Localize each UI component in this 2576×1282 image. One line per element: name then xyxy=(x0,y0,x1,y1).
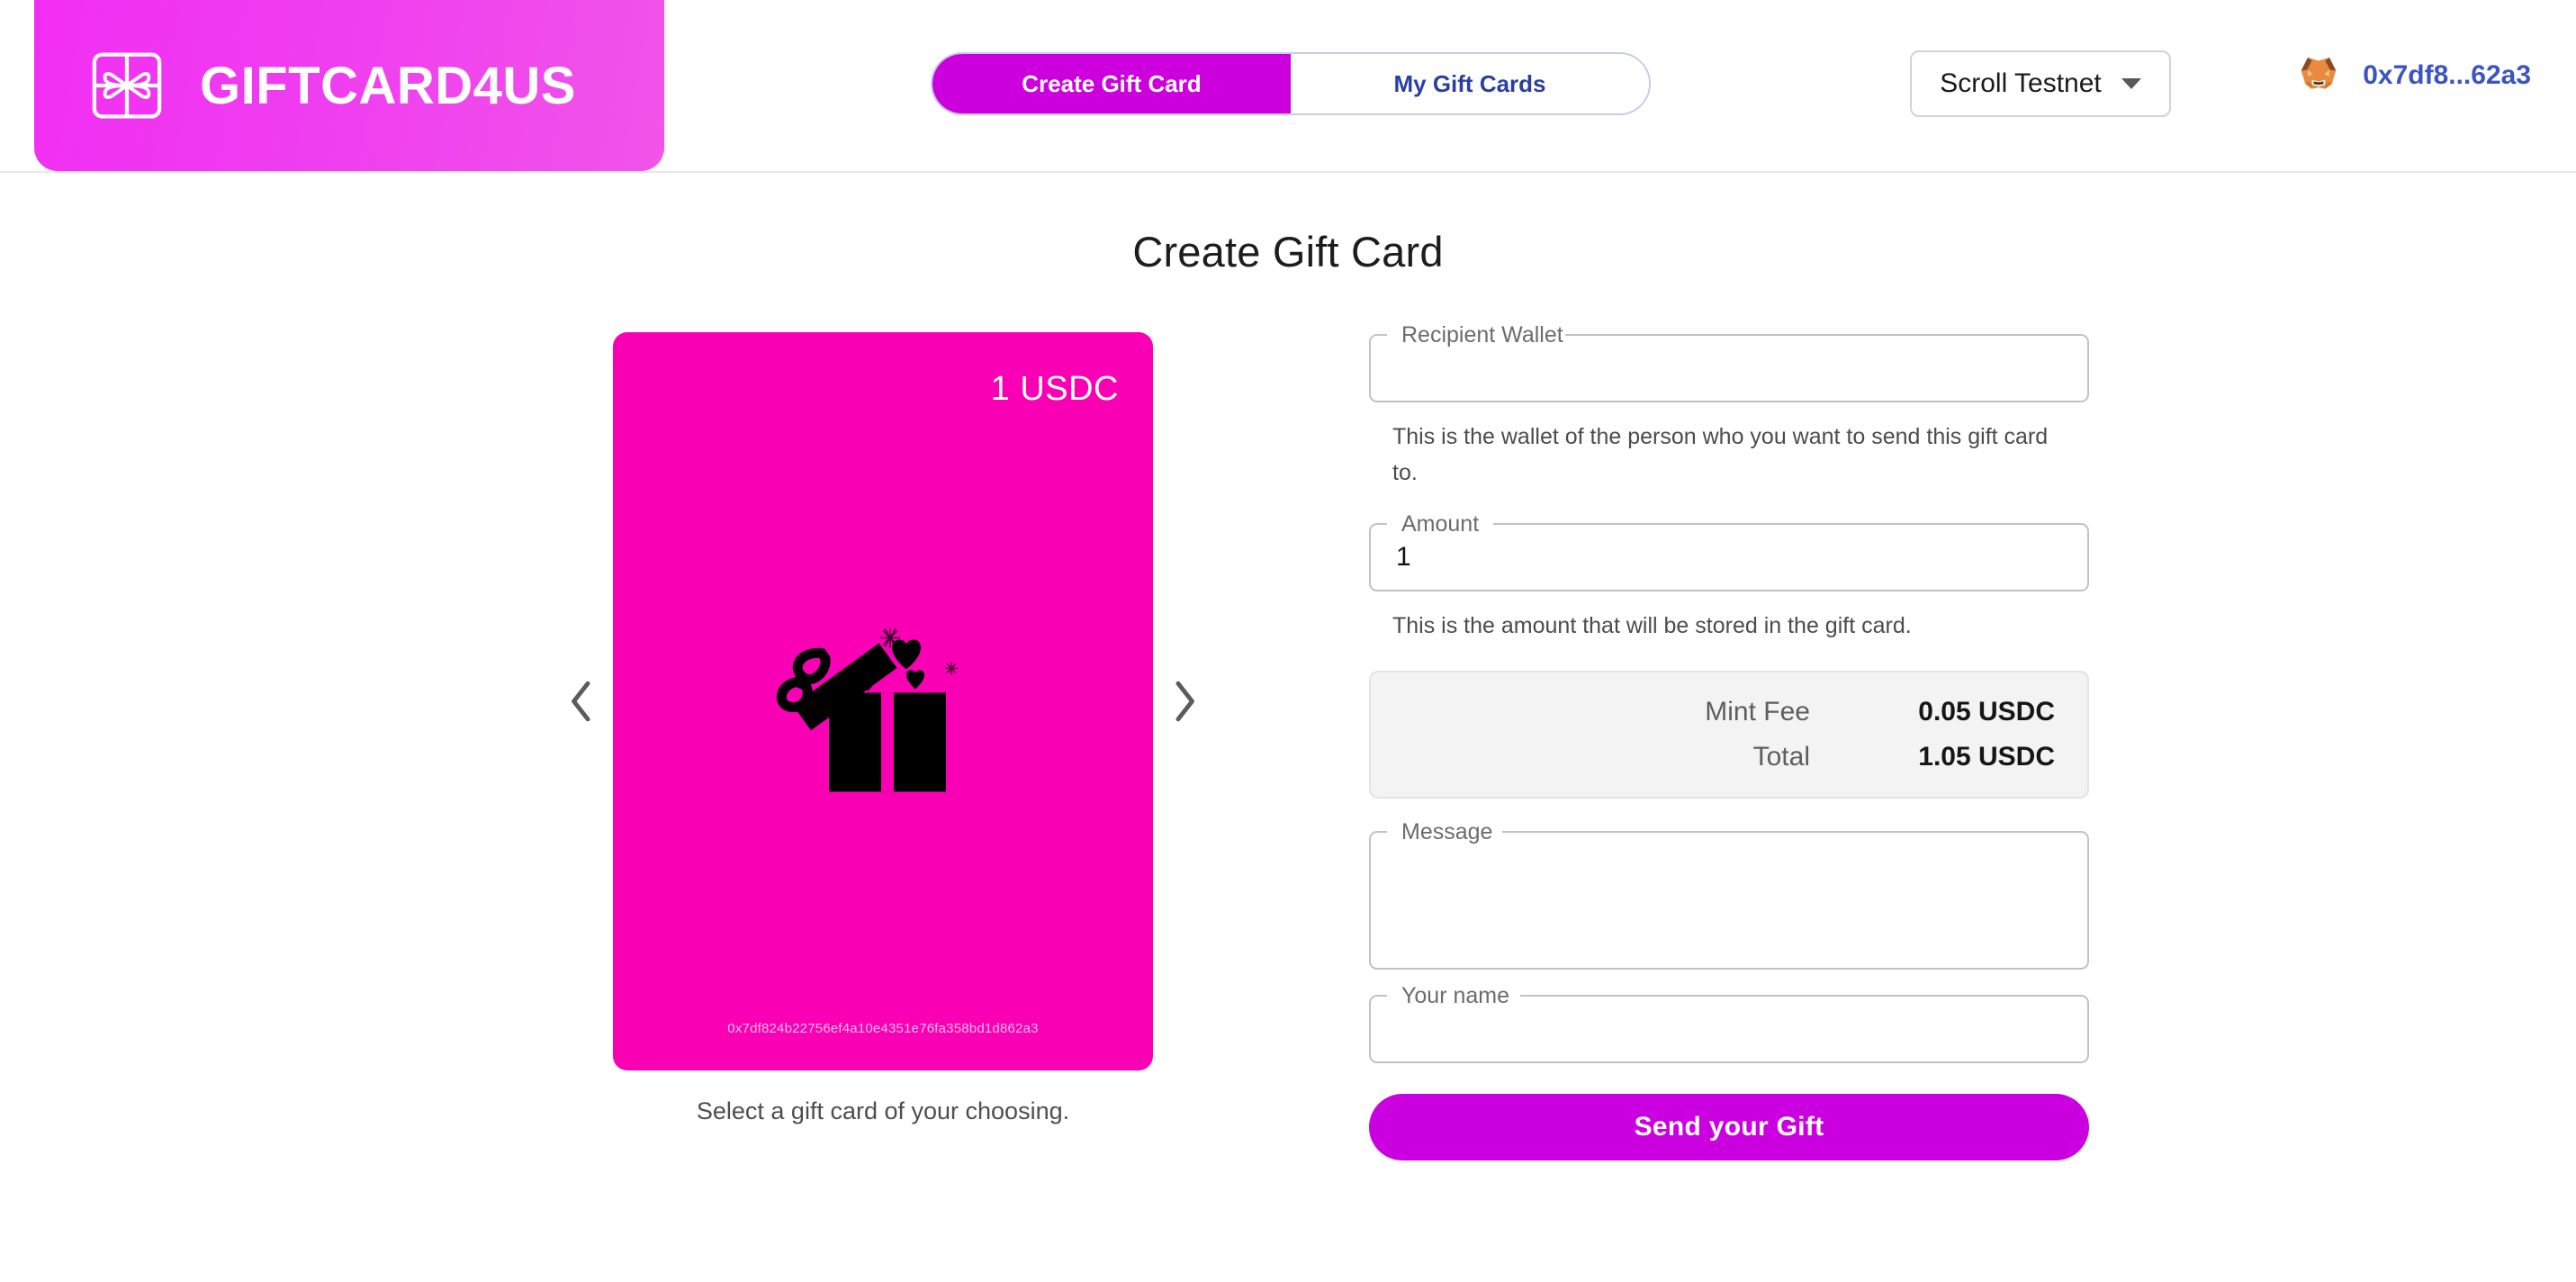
carousel-prev-button[interactable] xyxy=(550,332,613,1070)
tab-my-gift-cards[interactable]: My Gift Cards xyxy=(1291,54,1649,113)
network-selector[interactable]: Scroll Testnet xyxy=(1910,50,2171,117)
chevron-down-icon xyxy=(2121,78,2141,89)
gift-card-icon xyxy=(88,47,166,124)
recipient-wallet-label: Recipient Wallet xyxy=(1401,322,1563,348)
chevron-right-icon xyxy=(1169,678,1200,725)
gift-card-preview[interactable]: 1 USDC 0x7df824b22756ef4a10e4351e76fa358… xyxy=(613,332,1153,1070)
your-name-label: Your name xyxy=(1401,983,1509,1008)
message-input[interactable] xyxy=(1371,833,2087,968)
recipient-wallet-helper: This is the wallet of the person who you… xyxy=(1392,424,2049,485)
total-label: Total xyxy=(1752,742,1810,772)
amount-label: Amount xyxy=(1401,511,1480,537)
create-gift-card-form: Recipient Wallet This is the wallet of t… xyxy=(1369,322,2089,1160)
open-gift-box-with-hearts-icon xyxy=(775,626,991,797)
message-label: Message xyxy=(1401,819,1493,844)
send-gift-button[interactable]: Send your Gift xyxy=(1369,1094,2089,1160)
wallet-connection[interactable]: 0x7df8...62a3 xyxy=(2298,56,2531,95)
main-tabs: Create Gift Card My Gift Cards xyxy=(931,52,1651,115)
chevron-left-icon xyxy=(566,678,597,725)
brand-name: GIFTCARD4US xyxy=(200,56,576,115)
carousel-next-button[interactable] xyxy=(1153,332,1216,1070)
gift-card-carousel: 1 USDC 0x7df824b22756ef4a10e4351e76fa358… xyxy=(487,332,1279,1160)
network-selected-label: Scroll Testnet xyxy=(1940,68,2102,98)
fee-row-total: Total 1.05 USDC xyxy=(1371,737,2055,777)
mint-fee-label: Mint Fee xyxy=(1705,697,1810,727)
amount-field: Amount xyxy=(1369,511,2089,591)
recipient-wallet-field: Recipient Wallet xyxy=(1369,322,2089,402)
your-name-field: Your name xyxy=(1369,983,2089,1063)
fee-row-mint: Mint Fee 0.05 USDC xyxy=(1371,692,2055,732)
gift-card-address: 0x7df824b22756ef4a10e4351e76fa358bd1d862… xyxy=(727,1021,1039,1036)
gift-card-column: 1 USDC 0x7df824b22756ef4a10e4351e76fa358… xyxy=(613,332,1153,1125)
brand-logo-block[interactable]: GIFTCARD4US xyxy=(34,0,664,171)
gift-card-amount: 1 USDC xyxy=(990,370,1119,408)
metamask-fox-icon xyxy=(2298,56,2339,95)
mint-fee-value: 0.05 USDC xyxy=(1918,697,2055,727)
carousel-caption: Select a gift card of your choosing. xyxy=(696,1097,1070,1124)
wallet-address: 0x7df8...62a3 xyxy=(2363,60,2531,90)
message-field: Message xyxy=(1369,819,2089,970)
page-title: Create Gift Card xyxy=(1132,228,1444,275)
main-content: 1 USDC 0x7df824b22756ef4a10e4351e76fa358… xyxy=(0,322,2576,1160)
total-value: 1.05 USDC xyxy=(1918,742,2055,772)
amount-helper: This is the amount that will be stored i… xyxy=(1392,613,1912,638)
app-header: GIFTCARD4US Create Gift Card My Gift Car… xyxy=(0,0,2576,173)
fee-summary: Mint Fee 0.05 USDC Total 1.05 USDC xyxy=(1369,671,2089,799)
tab-create-gift-card[interactable]: Create Gift Card xyxy=(932,54,1291,113)
